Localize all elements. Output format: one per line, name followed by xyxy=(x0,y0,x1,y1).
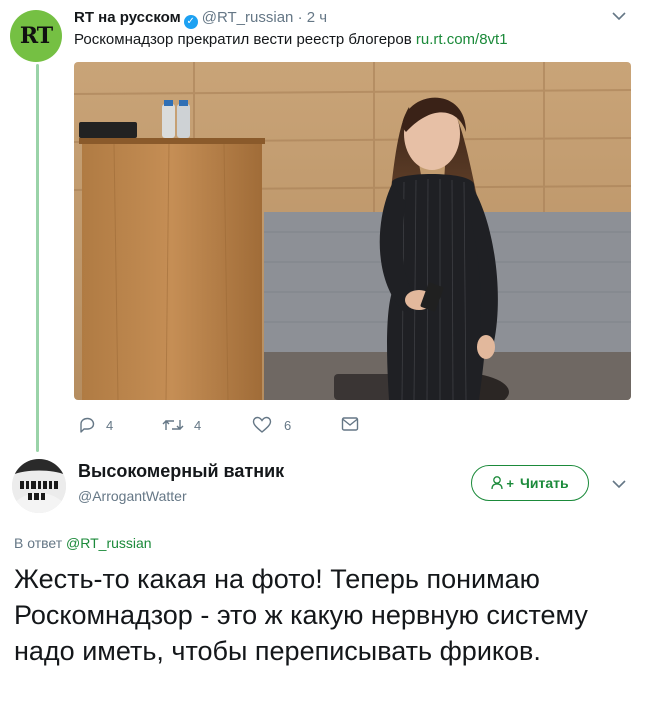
tweet-header: RT на русском ✓ @RT_russian · 2 ч xyxy=(74,9,327,29)
tweet-time[interactable]: 2 ч xyxy=(307,9,327,26)
reply-count: 4 xyxy=(106,417,114,433)
tweet-link[interactable]: ru.rt.com/8vt1 xyxy=(416,31,508,48)
photo-image xyxy=(74,62,631,400)
author-handle[interactable]: @RT_russian xyxy=(202,9,294,26)
avatar[interactable] xyxy=(12,459,66,513)
avatar-logo-text: RT xyxy=(19,23,53,49)
reply-prefix: В ответ xyxy=(14,535,63,551)
retweet-icon xyxy=(162,420,184,430)
chevron-down-icon[interactable] xyxy=(612,476,626,492)
reply-context: В ответ @RT_russian xyxy=(14,535,152,551)
tweet-text: Роскомнадзор прекратил вести реестр блог… xyxy=(74,31,508,48)
chevron-down-icon[interactable] xyxy=(612,8,626,24)
heart-icon xyxy=(252,416,272,433)
reply-author-name[interactable]: Высокомерный ватник xyxy=(78,461,284,482)
avatar-rt[interactable]: RT xyxy=(10,10,62,62)
verified-icon: ✓ xyxy=(183,15,198,29)
reply-to-handle[interactable]: @RT_russian xyxy=(66,535,152,551)
thread-line xyxy=(36,64,39,452)
retweet-count: 4 xyxy=(194,417,202,433)
like-count: 6 xyxy=(284,417,292,433)
envelope-icon xyxy=(341,417,359,431)
add-user-plus: + xyxy=(506,475,515,491)
reply-action[interactable]: 4 xyxy=(78,416,113,434)
like-action[interactable]: 6 xyxy=(252,416,291,434)
retweet-action[interactable]: 4 xyxy=(162,416,201,434)
tweet-photo[interactable] xyxy=(74,62,631,400)
reply-author-handle[interactable]: @ArrogantWatter xyxy=(78,488,187,504)
follow-button[interactable]: + Читать xyxy=(471,465,589,501)
follow-label: Читать xyxy=(520,475,569,491)
message-action[interactable] xyxy=(341,416,359,432)
tweet-text-body: Роскомнадзор прекратил вести реестр блог… xyxy=(74,31,412,48)
author-name[interactable]: RT на русском xyxy=(74,9,181,26)
add-user-icon: + xyxy=(491,475,514,491)
reply-icon xyxy=(80,417,95,433)
reply-text: Жесть-то какая на фото! Теперь понимаю Р… xyxy=(14,564,588,666)
separator-dot: · xyxy=(297,9,307,26)
avatar-image xyxy=(12,459,66,513)
